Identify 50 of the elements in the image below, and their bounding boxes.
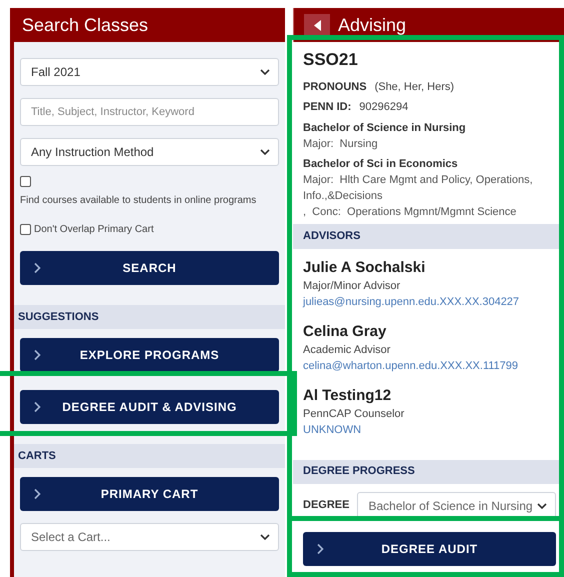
section-title: ADVISORS bbox=[303, 228, 360, 244]
id-label: PENN ID: bbox=[303, 100, 352, 115]
panel-title: Search Classes bbox=[22, 14, 148, 36]
chevron-right-icon bbox=[34, 402, 41, 412]
chevron-right-icon bbox=[34, 488, 41, 500]
section-title: DEGREE PROGRESS bbox=[303, 464, 415, 480]
advisor-contact-link[interactable]: celina@wharton.upenn.edu.XXX.XX.111799 bbox=[303, 358, 564, 374]
advisor-role: PennCAP Counselor bbox=[303, 406, 406, 422]
back-arrow-icon bbox=[314, 20, 320, 30]
checkbox-label: Don't Overlap Primary Cart bbox=[34, 223, 154, 237]
program-detail: Major: Nursing bbox=[303, 136, 379, 152]
section-title: CARTS bbox=[18, 448, 56, 464]
chevron-right-icon bbox=[34, 262, 41, 274]
degree-label: DEGREE bbox=[303, 498, 350, 514]
pronouns-label: PRONOUNS bbox=[303, 80, 367, 94]
chevron-right-icon bbox=[34, 350, 41, 360]
student-name: SSO21 bbox=[303, 49, 359, 71]
program-detail: Major: Hlth Care Mgmt and Policy, Operations, Info.,&Decisions bbox=[303, 172, 534, 204]
term-select[interactable]: Fall 2021 bbox=[20, 58, 279, 86]
checkbox[interactable] bbox=[20, 224, 31, 235]
dropdown-caret-icon bbox=[260, 534, 270, 540]
nav-button[interactable]: PRIMARY CART bbox=[20, 477, 279, 511]
dropdown-caret-icon bbox=[260, 69, 270, 75]
method-select[interactable]: Any Instruction Method bbox=[20, 138, 279, 166]
panel-title: Advising bbox=[338, 14, 406, 37]
checkbox[interactable] bbox=[20, 176, 31, 187]
dropdown-caret-icon bbox=[537, 502, 547, 508]
advisor-role: Academic Advisor bbox=[303, 342, 392, 358]
chevron-right-icon bbox=[317, 543, 324, 554]
dropdown-caret-icon bbox=[260, 149, 270, 155]
section-title: SUGGESTIONS bbox=[18, 310, 99, 325]
pronouns-value: (She, Her, Hers) bbox=[374, 80, 454, 94]
cart-select[interactable]: Select a Cart... bbox=[20, 523, 279, 551]
advisor-name: Celina Gray bbox=[303, 322, 388, 342]
degree-name: Bachelor of Science in Nursing bbox=[303, 120, 467, 136]
advisor-contact-link[interactable]: UNKNOWN bbox=[303, 422, 564, 438]
back-button[interactable] bbox=[304, 14, 330, 36]
advisor-name: Al Testing12 bbox=[303, 386, 392, 406]
degree-audit-button[interactable]: DEGREE AUDIT bbox=[303, 532, 556, 566]
advisor-contact-link[interactable]: julieas@nursing.upenn.edu.XXX.XX.304227 bbox=[303, 294, 564, 310]
nav-button[interactable]: DEGREE AUDIT & ADVISING bbox=[20, 390, 279, 424]
nav-button[interactable]: EXPLORE PROGRAMS bbox=[20, 338, 279, 372]
checkbox-label: Find courses available to students in online programs bbox=[20, 194, 258, 208]
advisor-name: Julie A Sochalski bbox=[303, 258, 426, 278]
search-button[interactable]: SEARCH bbox=[20, 251, 279, 285]
id-value: 90296294 bbox=[359, 100, 408, 115]
advisor-role: Major/Minor Advisor bbox=[303, 278, 402, 294]
keyword-field[interactable]: Title, Subject, Instructor, Keyword bbox=[20, 98, 279, 126]
program-detail: , Conc: Operations Mgmnt/Mgmnt Science bbox=[303, 204, 518, 220]
degree-name: Bachelor of Sci in Economics bbox=[303, 156, 459, 172]
